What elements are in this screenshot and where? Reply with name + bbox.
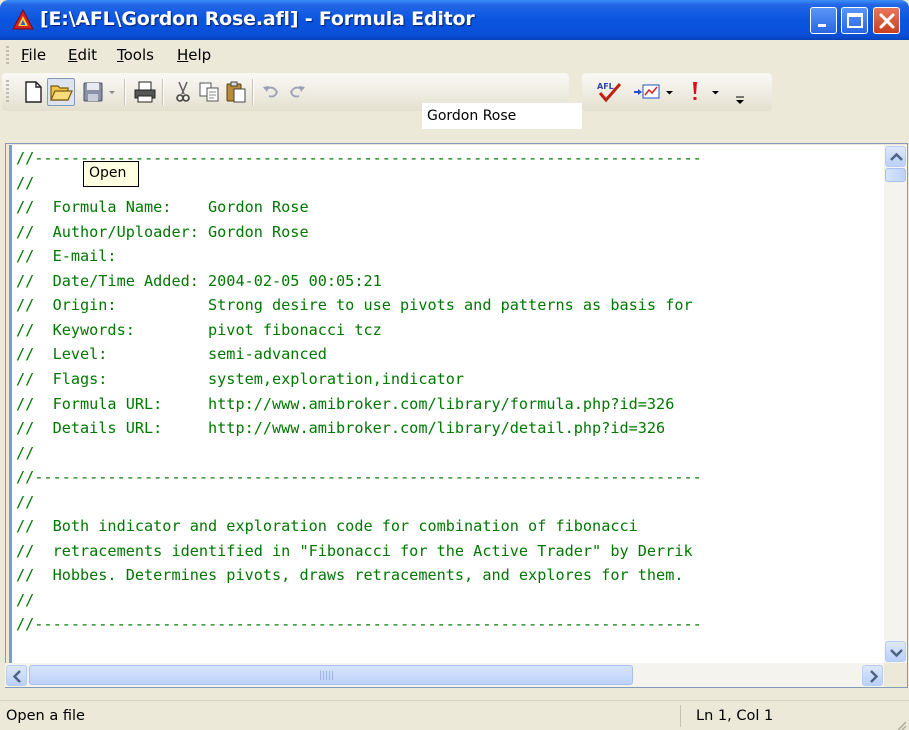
code-line: // Both indicator and exploration code f… <box>16 517 638 536</box>
redo-icon <box>290 86 305 98</box>
svg-text:AFL: AFL <box>597 82 614 91</box>
code-line: // E-mail: <box>16 247 117 266</box>
run-icon <box>693 82 697 100</box>
code-line: // Formula URL: http://www.amibroker.com… <box>16 394 675 413</box>
undo-button[interactable] <box>258 79 284 105</box>
open-tooltip: Open <box>83 161 139 187</box>
scroll-left-button[interactable] <box>6 665 27 686</box>
open-folder-icon <box>50 85 73 101</box>
menubar-grip[interactable] <box>6 46 9 64</box>
chevron-up-icon <box>890 152 903 161</box>
status-divider <box>680 705 681 727</box>
scroll-thumb-grip <box>320 671 334 680</box>
menu-bar: File Edit Tools Help <box>0 40 909 70</box>
horizontal-scrollbar[interactable] <box>5 663 884 687</box>
window-title: [E:\AFL\Gordon Rose.afl] - Formula Edito… <box>40 8 475 30</box>
menu-edit[interactable]: Edit <box>68 46 97 64</box>
chevron-down-icon <box>109 91 115 94</box>
chevron-down-icon <box>666 91 673 95</box>
code-line: // <box>16 590 35 609</box>
undo-icon <box>263 86 278 98</box>
code-editor[interactable]: //--------------------------------------… <box>9 145 887 663</box>
toolbar-separator <box>124 79 126 105</box>
maximize-button[interactable] <box>841 7 868 34</box>
code-line: // Date/Time Added: 2004-02-05 00:05:21 <box>16 271 382 290</box>
afl-check-button[interactable]: AFL <box>594 79 628 105</box>
vertical-scroll-thumb[interactable] <box>885 168 906 182</box>
code-line: //--------------------------------------… <box>16 615 702 634</box>
toolbar-overflow-icon <box>736 96 744 104</box>
apply-indicator-dropdown[interactable] <box>664 79 676 105</box>
formula-name-field[interactable]: Gordon Rose <box>422 103 582 129</box>
code-line: // Origin: Strong desire to use pivots a… <box>16 296 693 315</box>
toolbar-separator <box>162 79 164 105</box>
code-line: // Flags: system,exploration,indicator <box>16 369 465 388</box>
new-file-icon <box>25 81 42 103</box>
code-line: // Formula Name: Gordon Rose <box>16 198 309 217</box>
code-line: // <box>16 173 35 192</box>
toolbar-grip[interactable] <box>6 80 9 104</box>
close-icon <box>879 13 895 29</box>
paste-icon <box>226 81 246 103</box>
menu-help[interactable]: Help <box>177 46 211 64</box>
scroll-right-button[interactable] <box>862 665 883 686</box>
horizontal-scroll-thumb[interactable] <box>29 665 633 685</box>
toolbar-separator <box>252 79 254 105</box>
code-line: // <box>16 443 35 462</box>
save-dropdown[interactable] <box>105 79 119 105</box>
copy-button[interactable] <box>196 79 222 105</box>
print-button[interactable] <box>132 79 158 105</box>
scroll-down-button[interactable] <box>885 641 906 662</box>
tooltip-text: Open <box>89 165 127 181</box>
redo-button[interactable] <box>284 79 310 105</box>
apply-indicator-icon <box>634 84 660 99</box>
cut-button[interactable] <box>170 79 196 105</box>
run-dropdown[interactable] <box>710 79 722 105</box>
cursor-position: Ln 1, Col 1 <box>696 708 774 724</box>
print-icon <box>134 81 156 103</box>
code-line: // Level: semi-advanced <box>16 345 327 364</box>
formula-editor-window: [E:\AFL\Gordon Rose.afl] - Formula Edito… <box>0 0 909 730</box>
code-line: //--------------------------------------… <box>16 468 702 487</box>
save-button[interactable] <box>80 79 106 105</box>
chevron-right-icon <box>870 670 879 683</box>
save-icon <box>83 82 103 102</box>
code-line: // Details URL: http://www.amibroker.com… <box>16 419 666 438</box>
app-logo-icon <box>12 8 34 31</box>
code-line: // retracements identified in "Fibonacci… <box>16 541 693 560</box>
cut-icon <box>176 81 190 102</box>
copy-icon <box>199 82 219 102</box>
minimize-button[interactable] <box>810 7 837 34</box>
menu-tools[interactable]: Tools <box>117 46 154 64</box>
vertical-scrollbar[interactable] <box>884 145 907 663</box>
afl-check-icon: AFL <box>597 82 622 103</box>
minimize-icon <box>818 24 826 27</box>
run-button[interactable] <box>686 79 704 105</box>
resize-grip-icon[interactable] <box>896 717 908 730</box>
close-button[interactable] <box>873 7 900 34</box>
open-button[interactable] <box>47 78 75 106</box>
chevron-down-icon <box>890 649 903 658</box>
scrollbar-corner <box>884 663 907 687</box>
title-bar[interactable]: [E:\AFL\Gordon Rose.afl] - Formula Edito… <box>0 0 909 40</box>
new-button[interactable] <box>20 79 46 105</box>
formula-name-value: Gordon Rose <box>427 108 517 124</box>
code-line: // Keywords: pivot fibonacci tcz <box>16 320 382 339</box>
scroll-up-button[interactable] <box>885 146 906 167</box>
status-message: Open a file <box>6 708 85 724</box>
code-line: // Author/Uploader: Gordon Rose <box>16 222 309 241</box>
status-bar: Open a file Ln 1, Col 1 <box>0 700 909 730</box>
chevron-down-icon <box>712 91 719 95</box>
toolbar-overflow-button[interactable] <box>734 83 746 109</box>
apply-indicator-button[interactable] <box>632 79 662 105</box>
menu-file[interactable]: File <box>21 46 46 64</box>
code-line: // <box>16 492 35 511</box>
maximize-icon <box>847 13 863 28</box>
code-line: // Hobbes. Determines pivots, draws retr… <box>16 566 684 585</box>
paste-button[interactable] <box>223 79 249 105</box>
chevron-left-icon <box>12 670 21 683</box>
